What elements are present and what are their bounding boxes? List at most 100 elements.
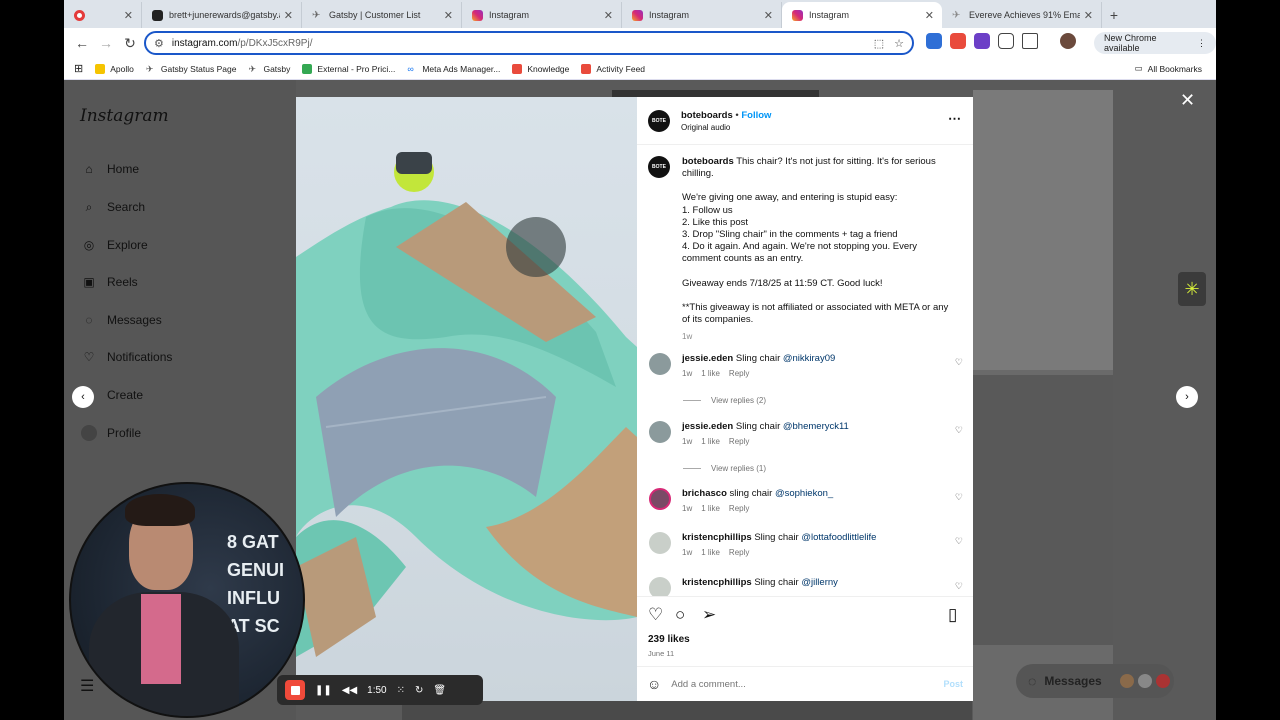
tab-gmail[interactable]: brett+junerewards@gatsby.a ✕ — [142, 2, 302, 28]
avatar[interactable]: BOTE — [648, 110, 670, 132]
avatar[interactable] — [649, 488, 671, 510]
heart-icon[interactable]: ♡ — [955, 581, 963, 592]
sidebar-item-profile[interactable]: Profile — [80, 424, 141, 442]
forward-button[interactable]: → — [94, 31, 118, 55]
sidebar-item-messages[interactable]: ◌ Messages — [80, 311, 161, 329]
heart-icon: ♡ — [83, 350, 95, 364]
close-icon[interactable]: ✕ — [925, 9, 934, 22]
compass-icon: ◎ — [83, 238, 95, 252]
extension-icon[interactable] — [950, 33, 966, 49]
bookmark-gatsby[interactable]: ✈ Gatsby — [248, 64, 290, 74]
bookmark-apollo[interactable]: Apollo — [95, 63, 134, 74]
bookmark-gatsby-status[interactable]: ✈ Gatsby Status Page — [146, 64, 237, 74]
site-settings-icon[interactable]: ⚙ — [154, 37, 164, 50]
close-icon[interactable]: ✕ — [764, 9, 773, 22]
avatar[interactable] — [649, 577, 671, 596]
more-options-icon[interactable]: ⋯ — [948, 111, 961, 127]
folder-icon: ▭ — [1134, 63, 1143, 73]
follow-button[interactable]: Follow — [741, 110, 771, 121]
close-icon[interactable]: ✕ — [1180, 90, 1195, 111]
comment-bubble-icon[interactable]: ○ — [675, 605, 685, 625]
reply-button[interactable]: Reply — [729, 548, 749, 557]
webcam-overlay: 8 GAT GENUI INFLU AT SC — [69, 482, 305, 718]
avatar[interactable] — [649, 353, 671, 375]
avatar[interactable]: BOTE — [648, 156, 670, 178]
all-bookmarks[interactable]: ▭ All Bookmarks — [1135, 63, 1202, 74]
save-bookmark-icon[interactable]: ▯ — [948, 605, 957, 625]
next-post-button[interactable]: › — [1176, 386, 1198, 408]
heart-icon[interactable]: ♡ — [955, 492, 963, 503]
avatar[interactable] — [1060, 33, 1076, 49]
avatar[interactable] — [649, 532, 671, 554]
sidebar-item-notifications[interactable]: ♡ Notifications — [80, 348, 173, 366]
address-bar[interactable]: ⚙ instagram.com/p/DKxJ5cxR9Pj/ ⬚ ☆ — [144, 31, 914, 55]
extension-icon[interactable] — [974, 33, 990, 49]
bookmark-star-icon[interactable]: ☆ — [894, 37, 904, 50]
instagram-logo[interactable]: Instagram — [80, 106, 169, 126]
sheets-icon — [302, 63, 313, 74]
kebab-menu-icon: ⋮ — [1197, 37, 1206, 48]
instagram-icon — [792, 9, 803, 21]
reply-button[interactable]: Reply — [729, 437, 749, 446]
post-media[interactable]: ✕ — [296, 97, 637, 701]
close-icon[interactable]: ✕ — [124, 9, 133, 22]
tab-recording[interactable]: ✕ — [64, 2, 142, 28]
prev-post-button[interactable]: ‹ — [72, 386, 94, 408]
pause-icon[interactable]: ❚❚ — [315, 685, 332, 696]
tab-instagram-1[interactable]: Instagram ✕ — [462, 2, 622, 28]
view-replies-button[interactable]: View replies (1) — [683, 464, 766, 473]
close-icon[interactable]: ✕ — [1084, 9, 1093, 22]
heart-icon[interactable]: ♡ — [955, 357, 963, 368]
sidebar-item-home[interactable]: ⌂ Home — [80, 160, 139, 178]
apollo-icon — [95, 63, 106, 74]
sidebar-item-explore[interactable]: ◎ Explore — [80, 236, 148, 254]
share-paper-plane-icon[interactable]: ➢ — [702, 605, 716, 625]
rewind-icon[interactable]: ◀◀ — [342, 685, 357, 696]
tab-instagram-2[interactable]: Instagram ✕ — [622, 2, 782, 28]
tab-evereve[interactable]: ✈ Evereve Achieves 91% Email ✕ — [942, 2, 1102, 28]
bookmark-meta-ads[interactable]: ∞ Meta Ads Manager... — [407, 64, 500, 74]
avatar[interactable] — [649, 421, 671, 443]
tab-search-icon[interactable] — [1022, 33, 1038, 49]
audio-label[interactable]: Original audio — [681, 123, 730, 132]
reload-button[interactable]: ↻ — [118, 31, 142, 55]
comments-list[interactable]: BOTE boteboards This chair? It's not jus… — [637, 146, 973, 596]
username-link[interactable]: boteboards — [681, 110, 733, 121]
likes-count[interactable]: 239 likes — [648, 634, 690, 645]
view-replies-button[interactable]: View replies (2) — [683, 396, 766, 405]
puzzle-icon[interactable] — [998, 33, 1014, 49]
messages-pill[interactable]: ◌ Messages — [1016, 664, 1174, 698]
heart-icon[interactable]: ♡ — [955, 536, 963, 547]
bookmark-external-pricing[interactable]: External - Pro Prici... — [302, 63, 395, 74]
paper-plane-icon: ✈ — [952, 9, 961, 21]
close-icon[interactable]: ✕ — [444, 9, 453, 22]
heart-icon[interactable]: ♡ — [955, 425, 963, 436]
trash-icon[interactable]: 🗑 — [433, 685, 446, 696]
tab-customer-list[interactable]: ✈ Gatsby | Customer List ✕ — [302, 2, 462, 28]
browser-window: ✕ brett+junerewards@gatsby.a ✕ ✈ Gatsby … — [64, 0, 1216, 720]
comment-input[interactable] — [671, 678, 944, 690]
stop-recording-button[interactable] — [285, 680, 305, 700]
post-comment-button[interactable]: Post — [943, 679, 963, 689]
sidebar-item-reels[interactable]: ▣ Reels — [80, 273, 137, 291]
sidebar-item-search[interactable]: ⌕ Search — [80, 198, 145, 216]
close-icon[interactable]: ✕ — [284, 9, 293, 22]
tab-instagram-active[interactable]: Instagram ✕ — [782, 2, 942, 28]
grid-icon[interactable]: ⁙ — [397, 685, 405, 696]
new-chrome-available-button[interactable]: New Chrome available ⋮ — [1094, 32, 1216, 54]
widget-sparkle-icon[interactable]: ✳ — [1178, 272, 1206, 306]
emoji-icon[interactable]: ☺ — [647, 676, 661, 692]
new-tab-button[interactable]: + — [1102, 2, 1126, 28]
apps-grid-icon[interactable]: ⊞ — [74, 62, 83, 75]
restart-icon[interactable]: ↻ — [415, 685, 423, 696]
back-button[interactable]: ← — [70, 31, 94, 55]
reply-button[interactable]: Reply — [729, 504, 749, 513]
close-icon[interactable]: ✕ — [604, 9, 613, 22]
home-icon: ⌂ — [85, 162, 93, 176]
bookmark-activity-feed[interactable]: Activity Feed — [581, 63, 645, 74]
install-app-icon[interactable]: ⬚ — [874, 37, 884, 50]
bookmark-knowledge[interactable]: Knowledge — [512, 63, 569, 74]
extension-icon[interactable] — [926, 33, 942, 49]
like-heart-icon[interactable]: ♡ — [648, 605, 663, 625]
reply-button[interactable]: Reply — [729, 369, 749, 378]
